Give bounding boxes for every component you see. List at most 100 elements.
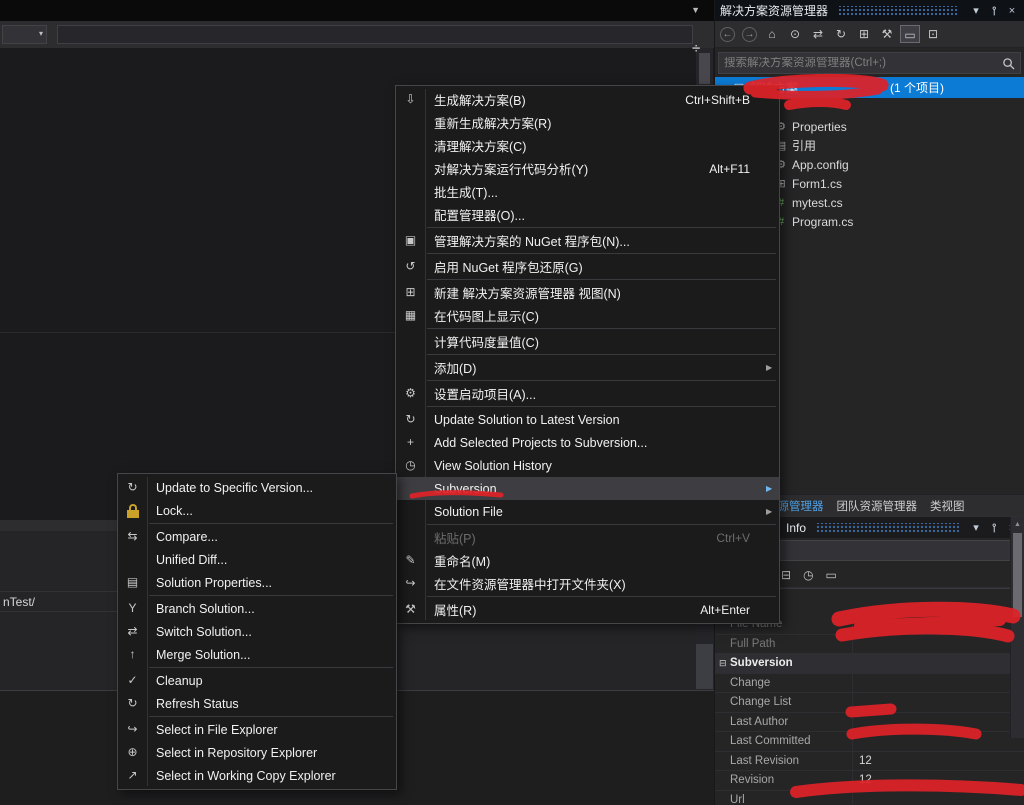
drag-grip[interactable]: [838, 6, 959, 15]
menu-item[interactable]: ↗ Select in Working Copy Explorer: [118, 764, 396, 787]
search-input[interactable]: [724, 57, 998, 69]
menu-item[interactable]: ↻ Update Solution to Latest Version: [396, 408, 779, 431]
menu-item[interactable]: 重新生成解决方案(R): [396, 111, 779, 134]
menu-item-label: View Solution History: [425, 459, 552, 473]
sync-with-active-document-icon[interactable]: ⇄: [808, 25, 828, 43]
menu-item[interactable]: 对解决方案运行代码分析(Y) Alt+F11: [396, 157, 779, 180]
menu-item[interactable]: Lock...: [118, 499, 396, 522]
editor-divider: [0, 332, 395, 333]
scrollbar-thumb[interactable]: [1013, 533, 1022, 617]
scrollbar[interactable]: ▲: [1010, 517, 1024, 738]
menu-item[interactable]: ✓ Cleanup: [118, 669, 396, 692]
switch-icon: ⇄: [118, 620, 147, 643]
toolbar-wide-combo[interactable]: [57, 25, 693, 44]
properties-icon[interactable]: ⚒: [877, 25, 897, 43]
property-row[interactable]: Url: [715, 791, 1024, 805]
form-icon[interactable]: ⊟: [781, 568, 791, 582]
show-all-files-icon[interactable]: ⊞: [854, 25, 874, 43]
nuget-icon: ▣: [396, 229, 425, 252]
menu-item[interactable]: ⇄ Switch Solution...: [118, 620, 396, 643]
property-row[interactable]: Change: [715, 674, 1024, 694]
window-position-chevron-icon[interactable]: ▾: [969, 521, 983, 534]
property-row[interactable]: ⊟ Subversion: [715, 654, 1024, 674]
menu-item[interactable]: ⚙ 设置启动项目(A)...: [396, 382, 779, 405]
menu-item[interactable]: ▦ 在代码图上显示(C): [396, 304, 779, 327]
menu-item-icon: [396, 330, 425, 353]
scroll-up-icon[interactable]: ▲: [1011, 517, 1024, 528]
menu-item-label: 管理解决方案的 NuGet 程序包(N)...: [425, 231, 630, 250]
menu-item[interactable]: ↑ Merge Solution...: [118, 643, 396, 666]
rename-icon: ✎: [396, 549, 425, 572]
comment-icon[interactable]: ▭: [826, 568, 837, 582]
forward-icon[interactable]: →: [742, 27, 757, 42]
back-icon[interactable]: ←: [720, 27, 735, 42]
menu-item[interactable]: ↺ 启用 NuGet 程序包还原(G): [396, 255, 779, 278]
menu-item[interactable]: 粘贴(P) Ctrl+V: [396, 526, 779, 549]
close-icon[interactable]: ×: [1005, 5, 1019, 17]
menu-item-label: Switch Solution...: [147, 625, 252, 639]
scrollbar-thumb[interactable]: [696, 644, 713, 689]
toolbar-combo[interactable]: ▾: [2, 25, 47, 44]
view-code-icon[interactable]: ⊡: [923, 25, 943, 43]
unified-diff-icon: [118, 548, 147, 571]
search-icon[interactable]: [1002, 57, 1015, 70]
property-value: 12: [852, 771, 1024, 790]
property-row[interactable]: Change List: [715, 693, 1024, 713]
preview-selected-items-icon[interactable]: ▭: [900, 25, 920, 43]
property-row[interactable]: Revision 12: [715, 771, 1024, 791]
menu-item-label: 新建 解决方案资源管理器 视图(N): [425, 283, 621, 302]
menu-item[interactable]: ◷ View Solution History: [396, 454, 779, 477]
menu-item-label: 计算代码度量值(C): [425, 332, 539, 351]
home-icon[interactable]: ⌂: [762, 25, 782, 43]
menu-item[interactable]: ↪ Select in File Explorer: [118, 718, 396, 741]
menu-item[interactable]: Subversion ▶: [396, 477, 779, 500]
search-box: [718, 52, 1021, 74]
menu-item[interactable]: ▤ Solution Properties...: [118, 571, 396, 594]
menu-item[interactable]: + Add Selected Projects to Subversion...: [396, 431, 779, 454]
solution-explorer-title-bar[interactable]: 解决方案资源管理器 ▾ ⊸ ×: [715, 0, 1024, 21]
pin-icon[interactable]: ⊸: [987, 521, 1001, 535]
menu-item-label: Add Selected Projects to Subversion...: [425, 436, 647, 450]
menu-item[interactable]: 批生成(T)...: [396, 180, 779, 203]
toolbar-overflow-chevron-icon[interactable]: ▼: [691, 5, 700, 15]
menu-item[interactable]: ⇩ 生成解决方案(B) Ctrl+Shift+B: [396, 88, 779, 111]
menu-item[interactable]: ⚒ 属性(R) Alt+Enter: [396, 598, 779, 621]
menu-item[interactable]: ▣ 管理解决方案的 NuGet 程序包(N)...: [396, 229, 779, 252]
tool-window-tab[interactable]: 团队资源管理器: [837, 498, 918, 514]
menu-item[interactable]: Unified Diff...: [118, 548, 396, 571]
menu-item[interactable]: ↪ 在文件资源管理器中打开文件夹(X): [396, 572, 779, 595]
menu-item-label: 设置启动项目(A)...: [425, 384, 536, 403]
menu-item[interactable]: ✎ 重命名(M): [396, 549, 779, 572]
history-icon[interactable]: ◷: [803, 568, 813, 582]
collapse-icon[interactable]: ⊟: [719, 658, 730, 669]
property-row[interactable]: Last Author: [715, 713, 1024, 733]
property-row[interactable]: Last Committed: [715, 732, 1024, 752]
drag-grip[interactable]: [816, 523, 959, 532]
window-position-chevron-icon[interactable]: ▾: [969, 4, 983, 17]
solution-context-menu: ⇩ 生成解决方案(B) Ctrl+Shift+B 重新生成解决方案(R) 清理解…: [395, 85, 780, 624]
menu-item[interactable]: ⊞ 新建 解决方案资源管理器 视图(N): [396, 281, 779, 304]
code-map-icon: ▦: [396, 304, 425, 327]
menu-item[interactable]: ↻ Update to Specific Version...: [118, 476, 396, 499]
property-value: [852, 693, 1024, 712]
menu-item[interactable]: 清理解决方案(C): [396, 134, 779, 157]
menu-item[interactable]: Y Branch Solution...: [118, 597, 396, 620]
subversion-submenu: ↻ Update to Specific Version... Lock... …: [117, 473, 397, 790]
scrollbar-thumb[interactable]: [699, 53, 710, 84]
menu-item[interactable]: ⊕ Select in Repository Explorer: [118, 741, 396, 764]
menu-item-label: 配置管理器(O)...: [425, 205, 525, 224]
property-row[interactable]: Last Revision 12: [715, 752, 1024, 772]
tool-window-tab[interactable]: 类视图: [930, 498, 965, 514]
pin-icon[interactable]: ⊸: [987, 4, 1001, 18]
refresh-icon[interactable]: ↻: [831, 25, 851, 43]
collapse-all-icon[interactable]: ⊙: [785, 25, 805, 43]
menu-item[interactable]: 配置管理器(O)...: [396, 203, 779, 226]
menu-item[interactable]: ⇆ Compare...: [118, 525, 396, 548]
tree-item-label: mytest.cs: [792, 196, 843, 210]
tree-item-label: Program.cs: [792, 215, 853, 229]
menu-item[interactable]: Solution File ▶: [396, 500, 779, 523]
menu-item[interactable]: ↻ Refresh Status: [118, 692, 396, 715]
menu-item[interactable]: 添加(D) ▶: [396, 356, 779, 379]
menu-item[interactable]: 计算代码度量值(C): [396, 330, 779, 353]
property-row[interactable]: Full Path: [715, 635, 1024, 655]
